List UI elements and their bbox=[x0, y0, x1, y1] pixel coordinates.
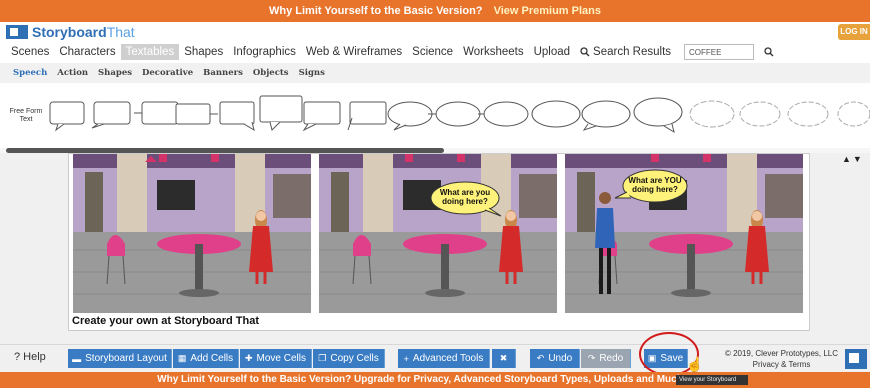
search-input[interactable] bbox=[684, 44, 755, 60]
save-button[interactable]: ▣ Save bbox=[644, 349, 688, 368]
nav-textables[interactable]: Textables bbox=[120, 44, 180, 60]
cell3-bubble-line1: What are YOU bbox=[628, 176, 681, 185]
search-button[interactable] bbox=[762, 45, 776, 59]
storyboardthat-logo[interactable]: StoryboardThat bbox=[6, 24, 135, 40]
subnav-speech[interactable]: Speech bbox=[8, 68, 52, 78]
storyboard-layout-button[interactable]: ▬ Storyboard Layout bbox=[68, 349, 172, 368]
speech-bubble-oval-2 bbox=[478, 101, 529, 127]
speech-bubble-rect-tail-bl bbox=[302, 101, 341, 132]
storyboard-view-icon[interactable] bbox=[845, 349, 867, 369]
storyboard-cell-2[interactable]: What are you doing here? bbox=[319, 154, 557, 313]
move-cells-button[interactable]: ✚ Move Cells bbox=[240, 349, 312, 368]
nav-worksheets[interactable]: Worksheets bbox=[458, 44, 529, 60]
speech-bubble-rect-line bbox=[134, 101, 179, 125]
speech-bubble-cloud-2 bbox=[739, 101, 781, 127]
advanced-tools-label: Advanced Tools bbox=[412, 353, 484, 364]
storyboard-cell-1[interactable] bbox=[73, 154, 311, 313]
freeform-text-item[interactable]: Free Form Text bbox=[6, 108, 46, 124]
speech-bubble-oval-5 bbox=[633, 97, 683, 134]
plus-icon: + bbox=[403, 353, 409, 364]
redo-icon: ↷ bbox=[587, 353, 596, 363]
storyboard-frame: What are you doing here? What are YOU do… bbox=[68, 153, 810, 331]
promo-top-text: Why Limit Yourself to the Basic Version? bbox=[269, 5, 483, 17]
promo-banner-top[interactable]: Why Limit Yourself to the Basic Version?… bbox=[0, 0, 870, 22]
subnav-objects[interactable]: Objects bbox=[248, 68, 294, 78]
nav-characters[interactable]: Characters bbox=[54, 44, 120, 60]
redo-label: Redo bbox=[599, 353, 624, 364]
speech-bubble-oval-line bbox=[428, 101, 481, 127]
nav-web-wireframes[interactable]: Web & Wireframes bbox=[301, 44, 407, 60]
undo-button[interactable]: ↶ Undo bbox=[530, 349, 580, 368]
nav-infographics[interactable]: Infographics bbox=[228, 44, 301, 60]
brand-name-a: Storyboard bbox=[32, 24, 107, 40]
add-cells-button[interactable]: ▦ Add Cells bbox=[173, 349, 239, 368]
save-icon: ▣ bbox=[647, 353, 657, 363]
cell-up-down-arrows[interactable]: ▲▼ bbox=[842, 154, 864, 164]
speech-bubble-shapes[interactable] bbox=[48, 86, 870, 146]
cell3-bubble-line2: doing here? bbox=[632, 185, 678, 194]
fullscreen-toggle-button[interactable]: ✖ bbox=[492, 349, 516, 368]
nav-upload[interactable]: Upload bbox=[529, 44, 575, 60]
speech-bubble-cloud-3 bbox=[787, 101, 829, 127]
speech-bubble-cloud bbox=[689, 100, 735, 128]
redo-button[interactable]: ↷ Redo bbox=[581, 349, 631, 368]
speech-bubble-oval bbox=[387, 101, 433, 131]
speech-bubble-cloud-4 bbox=[837, 101, 870, 127]
add-cells-icon: ▦ bbox=[177, 353, 187, 363]
save-label: Save bbox=[660, 353, 684, 364]
copyright-block: © 2019, Clever Prototypes, LLC Privacy &… bbox=[724, 348, 839, 370]
copy-cells-button[interactable]: ❐ Copy Cells bbox=[313, 349, 385, 368]
view-premium-plans-link[interactable]: View Premium Plans bbox=[494, 5, 601, 17]
speech-bubble-rect-tail-left bbox=[91, 101, 131, 129]
speech-shape-palette: Free Form Text bbox=[0, 86, 870, 146]
sub-nav: Speech Action Shapes Decorative Banners … bbox=[0, 63, 870, 83]
nav-science[interactable]: Science bbox=[407, 44, 458, 60]
speech-bubble-rect-line-right bbox=[175, 103, 218, 125]
subnav-action[interactable]: Action bbox=[52, 68, 93, 78]
cell2-bubble-line2: doing here? bbox=[442, 197, 488, 206]
speech-bubble-rect-large bbox=[259, 95, 303, 131]
save-tooltip: View your Storyboard bbox=[676, 375, 748, 385]
storyboard-cell-3[interactable]: What are YOU doing here? bbox=[565, 154, 803, 313]
copyright-text: © 2019, Clever Prototypes, LLC bbox=[724, 349, 839, 358]
hand-cursor-icon: ☝ bbox=[686, 356, 704, 372]
brand-name-b: That bbox=[106, 24, 135, 40]
privacy-terms-link[interactable]: Privacy & Terms bbox=[724, 359, 839, 370]
nav-scenes[interactable]: Scenes bbox=[6, 44, 54, 60]
speech-bubble-oval-4 bbox=[581, 100, 631, 131]
move-cells-label: Move Cells bbox=[256, 353, 306, 364]
speech-bubble-oval-3 bbox=[531, 100, 581, 128]
bottom-toolbar: ? Help ▬ Storyboard Layout ▦ Add Cells ✚… bbox=[0, 344, 870, 372]
cell2-bubble-line1: What are you bbox=[440, 188, 490, 197]
speech-bubble-rect-tail-br bbox=[347, 101, 387, 131]
nav-search-results[interactable]: Search Results bbox=[575, 44, 676, 60]
layout-icon: ▬ bbox=[72, 353, 82, 364]
advanced-tools-button[interactable]: + Advanced Tools bbox=[398, 349, 490, 368]
login-button[interactable]: LOG IN bbox=[838, 24, 870, 40]
copy-icon: ❐ bbox=[318, 353, 327, 363]
speech-bubble-rect-tail-down bbox=[219, 101, 255, 132]
subnav-shapes[interactable]: Shapes bbox=[93, 68, 137, 78]
copy-cells-label: Copy Cells bbox=[330, 353, 379, 364]
storyboard-layout-label: Storyboard Layout bbox=[85, 353, 167, 364]
header: StoryboardThat LOG IN bbox=[0, 22, 870, 42]
subnav-decorative[interactable]: Decorative bbox=[137, 68, 198, 78]
expand-arrows-icon: ✖ bbox=[499, 353, 508, 363]
nav-shapes[interactable]: Shapes bbox=[179, 44, 228, 60]
subnav-banners[interactable]: Banners bbox=[198, 68, 248, 78]
add-cells-label: Add Cells bbox=[190, 353, 234, 364]
storyboard-caption: Create your own at Storyboard That bbox=[72, 315, 260, 327]
main-nav: Scenes Characters Textables Shapes Infog… bbox=[0, 42, 870, 62]
help-button[interactable]: ? Help bbox=[14, 351, 46, 363]
move-icon: ✚ bbox=[244, 353, 253, 363]
undo-label: Undo bbox=[548, 353, 573, 364]
search-icon bbox=[764, 47, 774, 57]
undo-icon: ↶ bbox=[536, 353, 545, 363]
speech-bubble-rect-tail bbox=[49, 101, 85, 132]
search-results-label: Search Results bbox=[593, 46, 672, 58]
search-icon bbox=[580, 47, 590, 57]
logo-icon bbox=[6, 25, 28, 39]
app-root: Why Limit Yourself to the Basic Version?… bbox=[0, 0, 870, 388]
subnav-signs[interactable]: Signs bbox=[294, 68, 330, 78]
